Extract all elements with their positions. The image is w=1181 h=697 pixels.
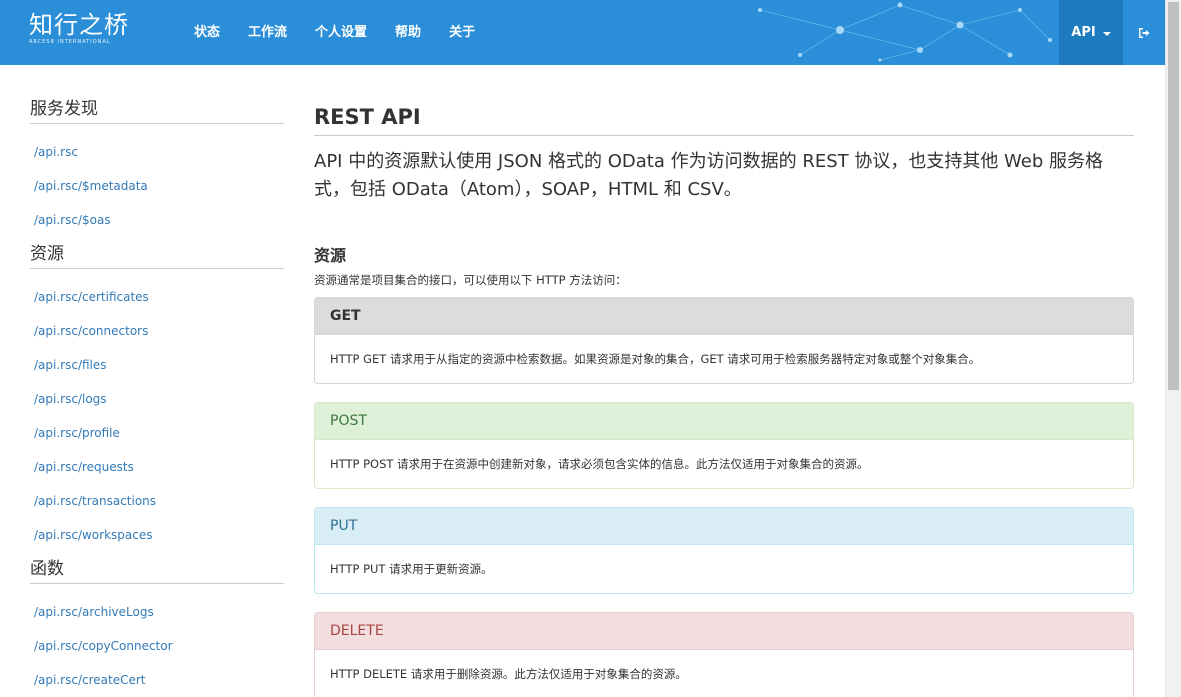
api-menu-dropdown[interactable]: API: [1059, 0, 1123, 65]
sidebar-section-discovery: 服务发现 /api.rsc /api.rsc/$metadata /api.rs…: [30, 65, 284, 237]
sidebar-link-transactions[interactable]: /api.rsc/transactions: [30, 484, 284, 518]
method-panel-delete: DELETE HTTP DELETE 请求用于删除资源。此方法仅适用于对象集合的…: [314, 612, 1134, 697]
sidebar-link-logs[interactable]: /api.rsc/logs: [30, 382, 284, 416]
sidebar-section-title: 资源: [30, 239, 284, 269]
method-description: HTTP PUT 请求用于更新资源。: [330, 562, 493, 576]
section-description: 资源通常是项目集合的接口，可以使用以下 HTTP 方法访问：: [314, 273, 627, 287]
logout-button[interactable]: [1123, 0, 1165, 65]
method-name: POST: [315, 403, 1133, 440]
method-name: GET: [315, 298, 1133, 335]
method-name: DELETE: [315, 613, 1133, 650]
sidebar-link-certificates[interactable]: /api.rsc/certificates: [30, 280, 284, 314]
brand-subtitle: ARCESB INTERNATIONAL: [29, 39, 111, 45]
sidebar-link-requests[interactable]: /api.rsc/requests: [30, 450, 284, 484]
nav-item-about[interactable]: 关于: [435, 0, 489, 65]
sidebar-link-connectors[interactable]: /api.rsc/connectors: [30, 314, 284, 348]
nav-item-workflow[interactable]: 工作流: [234, 0, 301, 65]
brand-name: 知行之桥: [29, 11, 129, 39]
sidebar-section-title: 服务发现: [30, 94, 284, 124]
method-panel-post: POST HTTP POST 请求用于在资源中创建新对象，请求必须包含实体的信息…: [314, 402, 1134, 489]
method-panel-get: GET HTTP GET 请求用于从指定的资源中检索数据。如果资源是对象的集合，…: [314, 297, 1134, 384]
main-content: REST API API 中的资源默认使用 JSON 格式的 OData 作为访…: [314, 65, 1134, 697]
sidebar-section-title: 函数: [30, 554, 284, 584]
caret-down-icon: [1102, 31, 1111, 36]
method-description: HTTP DELETE 请求用于删除资源。此方法仅适用于对象集合的资源。: [330, 667, 687, 681]
network-decoration: [758, 2, 1052, 62]
main-nav: 状态 工作流 个人设置 帮助 关于: [180, 0, 489, 65]
sidebar-link-metadata[interactable]: /api.rsc/$metadata: [30, 169, 284, 203]
nav-item-help[interactable]: 帮助: [381, 0, 435, 65]
sidebar-link-copy-connector[interactable]: /api.rsc/copyConnector: [30, 629, 284, 663]
sidebar-section-resources: 资源 /api.rsc/certificates /api.rsc/connec…: [30, 237, 284, 552]
sidebar-link-oas[interactable]: /api.rsc/$oas: [30, 203, 284, 237]
sidebar-link-create-cert[interactable]: /api.rsc/createCert: [30, 663, 284, 697]
sidebar-link-profile[interactable]: /api.rsc/profile: [30, 416, 284, 450]
sign-out-icon: [1139, 27, 1150, 38]
nav-item-profile[interactable]: 个人设置: [301, 0, 381, 65]
brand-logo[interactable]: 知行之桥 ARCESB INTERNATIONAL: [29, 10, 129, 45]
page-scrollbar[interactable]: [1165, 0, 1181, 697]
method-panel-put: PUT HTTP PUT 请求用于更新资源。: [314, 507, 1134, 594]
section-title: 资源: [314, 246, 347, 265]
api-menu-label: API: [1071, 25, 1096, 40]
sidebar-link-workspaces[interactable]: /api.rsc/workspaces: [30, 518, 284, 552]
sidebar-link-files[interactable]: /api.rsc/files: [30, 348, 284, 382]
sidebar: 服务发现 /api.rsc /api.rsc/$metadata /api.rs…: [30, 65, 284, 697]
page-title: REST API: [314, 65, 1134, 136]
sidebar-link-archive-logs[interactable]: /api.rsc/archiveLogs: [30, 595, 284, 629]
nav-item-status[interactable]: 状态: [180, 0, 234, 65]
page-lead: API 中的资源默认使用 JSON 格式的 OData 作为访问数据的 REST…: [314, 151, 1104, 200]
scrollbar-thumb[interactable]: [1168, 2, 1179, 390]
top-navbar: 知行之桥 ARCESB INTERNATIONAL 状态 工作流 个人设置 帮助…: [0, 0, 1165, 65]
method-description: HTTP POST 请求用于在资源中创建新对象，请求必须包含实体的信息。此方法仅…: [330, 457, 869, 471]
sidebar-section-functions: 函数 /api.rsc/archiveLogs /api.rsc/copyCon…: [30, 552, 284, 697]
sidebar-link-api[interactable]: /api.rsc: [30, 135, 284, 169]
method-description: HTTP GET 请求用于从指定的资源中检索数据。如果资源是对象的集合，GET …: [330, 352, 981, 366]
method-name: PUT: [315, 508, 1133, 545]
nav-right: API: [1059, 0, 1165, 65]
